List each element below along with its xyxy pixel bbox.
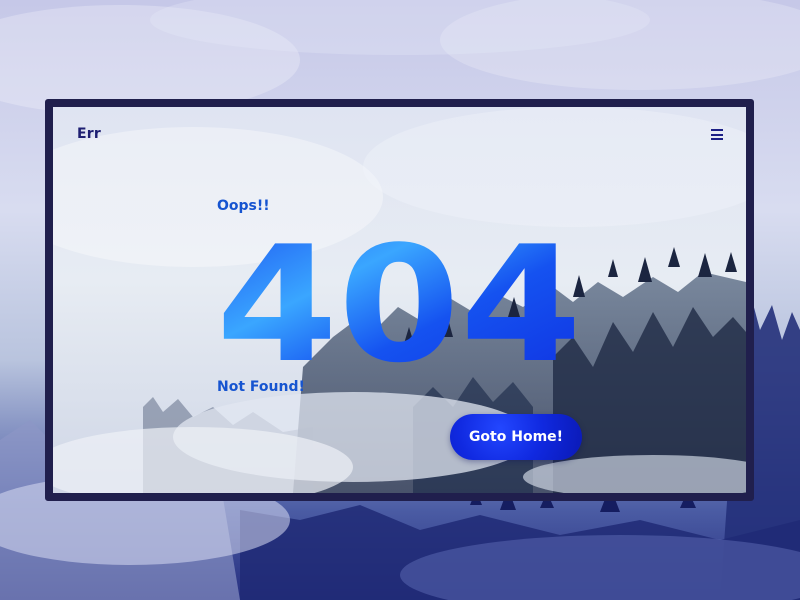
- browser-frame: Err Oops!! 404 Not Found! Goto Home!: [45, 99, 754, 501]
- error-code-404: 404: [216, 232, 582, 372]
- error-code-text: 404: [216, 232, 582, 372]
- page-background: Err Oops!! 404 Not Found! Goto Home!: [0, 0, 800, 600]
- oops-heading: Oops!!: [217, 198, 270, 214]
- goto-home-button[interactable]: Goto Home!: [450, 414, 582, 460]
- hamburger-menu-icon[interactable]: [711, 129, 723, 140]
- brand-logo-text: Err: [77, 126, 101, 142]
- not-found-message: Not Found!: [217, 379, 305, 395]
